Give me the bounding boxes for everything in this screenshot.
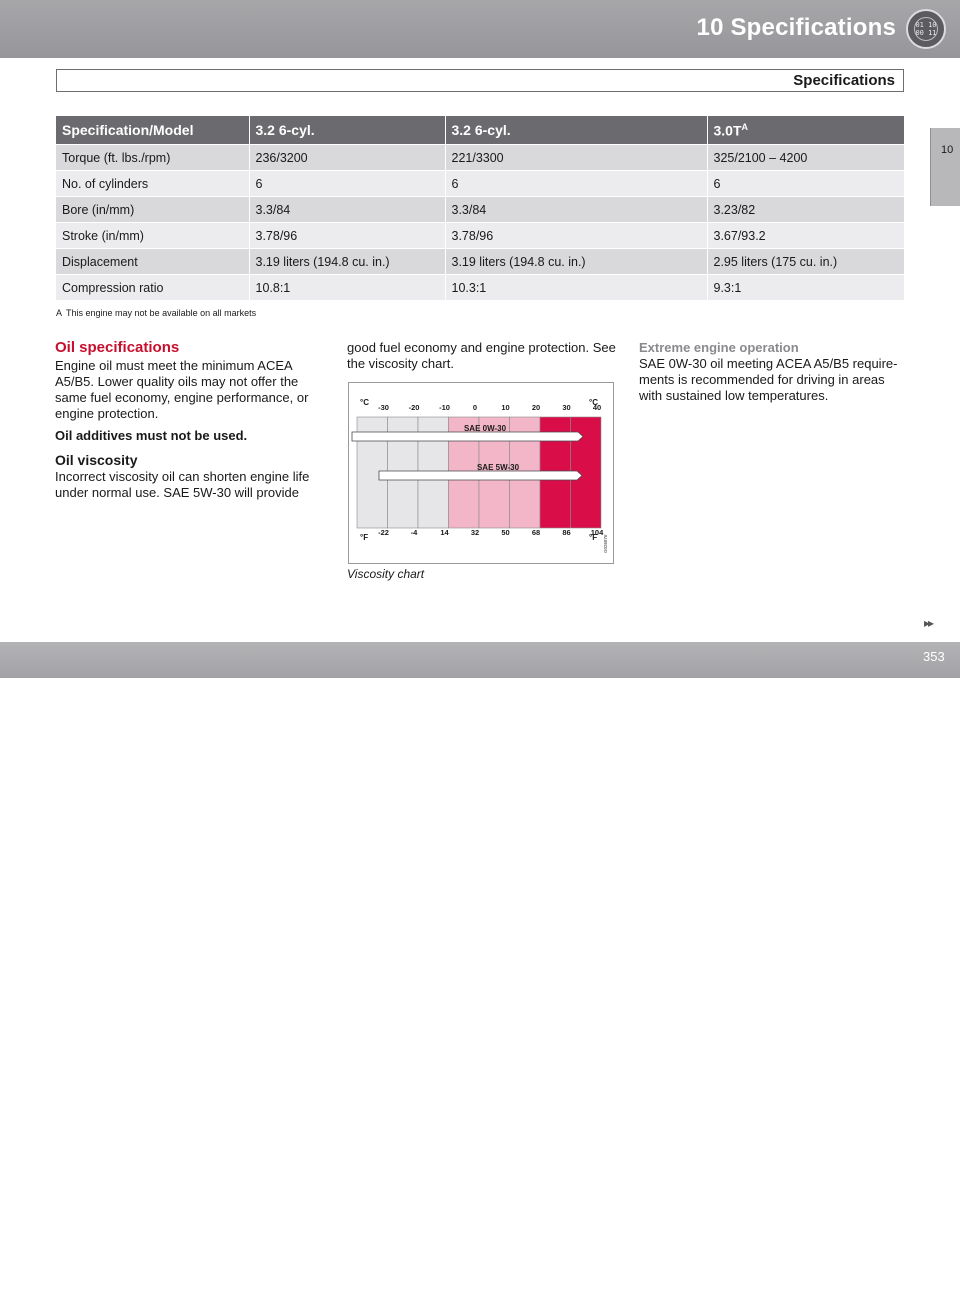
table-cell: Torque (ft. lbs./rpm) [56,144,250,171]
table-cell: 3.19 liters (194.8 cu. in.) [249,248,446,275]
continued-arrows-icon: ▸▸ [924,616,934,630]
celsius-tick-label: 40 [593,403,601,412]
table-footnote: A This engine may not be available on all… [56,308,256,318]
disc-digits: 01 10 00 11 [908,21,944,37]
table-row: Bore (in/mm) 3.3/84 3.3/84 3.23/82 [56,196,904,223]
celsius-tick-label: 10 [501,403,509,412]
fahrenheit-tick-label: 32 [471,528,479,537]
table-cell: 221/3300 [445,144,708,171]
footnote-reference: A [741,121,749,132]
oil-viscosity-continued: good fuel economy and engine protection.… [347,340,617,372]
header-cell-model-1: 3.2 6-cyl. [249,116,446,145]
table-cell: 10.8:1 [249,274,446,300]
table-cell: 3.3/84 [445,196,708,223]
oil-specifications-heading: Oil specifications [55,339,180,356]
viscosity-band-label: SAE 0W-30 [464,424,507,433]
table-cell: 3.67/93.2 [707,222,904,249]
celsius-tick-label: -20 [409,403,420,412]
oil-specifications-text: Engine oil must meet the minimum ACEA A5… [55,358,309,421]
table-cell: 3.19 liters (194.8 cu. in.) [445,248,708,275]
page-number: 353 [923,649,945,664]
extreme-operation-heading: Extreme engine operation [639,340,799,355]
table-cell: 6 [249,170,446,197]
table-cell: 325/2100 – 4200 [707,144,904,171]
fahrenheit-tick-label: 50 [501,528,509,537]
table-cell: Compression ratio [56,274,250,300]
table-cell: 6 [707,170,904,197]
table-row: Compression ratio 10.8:1 10.3:1 9.3:1 [56,274,904,300]
fahrenheit-tick-label: 14 [440,528,449,537]
fahrenheit-tick-label: 86 [562,528,570,537]
table-cell: 3.78/96 [445,222,708,249]
header-cell-model-2: 3.2 6-cyl. [445,116,708,145]
table-row: Displacement 3.19 liters (194.8 cu. in.)… [56,248,904,275]
chapter-title: 10 Specifications [696,14,896,41]
chapter-side-tab[interactable]: 10 [930,128,960,206]
table-row: Torque (ft. lbs./rpm) 236/3200 221/3300 … [56,144,904,171]
viscosity-chart-graphic: °C °C°F °F-30 -20 -10 0 10 20 30 40-22 -4 14 32 50 68 8… [351,398,608,553]
celsius-tick-label: 20 [532,403,540,412]
viscosity-band-arrow [351,431,584,442]
table-cell: 9.3:1 [707,274,904,300]
table-cell: No. of cylinders [56,170,250,197]
oil-viscosity-text: Incorrect viscosity oil can shorten engi… [55,469,310,500]
viscosity-chart: °C °C °F °F -30 -20 -10 0 10 20 30 40 -22 -4 14 32 50 68 8… [348,382,614,564]
specification-table: Specification/Model 3.2 6-cyl. 3.2 6-cyl… [56,116,904,300]
disc-digits-line-1: 01 10 [915,21,937,29]
oil-specifications-section: Oil specifications Engine oil must meet … [55,340,323,501]
viscosity-band-label: SAE 5W-30 [477,463,520,472]
table-cell: 3.23/82 [707,196,904,223]
viscosity-chart-caption: Viscosity chart [347,567,425,581]
header-cell-model-3: 3.0TA [707,116,904,145]
celsius-tick-label: -10 [439,403,450,412]
oil-additives-warning: Oil additives must not be used. [55,428,248,443]
footnote-text: This engine may not be available on all … [66,308,257,318]
fahrenheit-tick-label: 68 [532,528,540,537]
table-cell: Displacement [56,248,250,275]
side-tab-label: 10 [941,144,954,156]
table-header-row: Specification/Model 3.2 6-cyl. 3.2 6-cyl… [56,116,904,145]
table-row: No. of cylinders 6 6 6 [56,170,904,197]
fahrenheit-tick-label: -4 [411,528,418,537]
chapter-header: 10 Specifications 01 10 00 11 [0,0,960,58]
celsius-unit-left: °C [360,398,369,407]
section-title-bar: Specifications [56,69,904,92]
table-cell: 6 [445,170,708,197]
chapter-disc-icon: 01 10 00 11 [906,9,946,49]
fahrenheit-tick-label: -22 [378,528,389,537]
footnote-mark: A [56,308,63,318]
table-cell: 236/3200 [249,144,446,171]
viscosity-band-arrow [378,470,583,481]
page-footer: carmanualsonline.info [0,642,960,1312]
table-cell: 2.95 liters (175 cu. in.) [707,248,904,275]
table-cell: 3.78/96 [249,222,446,249]
oil-viscosity-continued-text: good fuel economy and engine protection.… [347,340,616,371]
oil-viscosity-heading: Oil viscosity [55,452,138,468]
header-cell-specification: Specification/Model [56,116,250,145]
extreme-operation-section: Extreme engine operation SAE 0W-30 oil m… [639,340,909,404]
celsius-tick-label: 0 [473,403,477,412]
celsius-tick-label: -30 [378,403,389,412]
table-cell: Bore (in/mm) [56,196,250,223]
section-title: Specifications [793,72,895,89]
table-cell: Stroke (in/mm) [56,222,250,249]
table-cell: 3.3/84 [249,196,446,223]
watermark: carmanualsonline.info [598,1290,821,1312]
disc-digits-line-2: 00 11 [915,29,937,37]
fahrenheit-unit-left: °F [360,533,368,542]
figure-code: G026876 [603,534,608,553]
extreme-operation-text: SAE 0W-30 oil meeting ACEA A5/B5 require… [639,356,898,403]
table-cell: 10.3:1 [445,274,708,300]
header-cell-model-3-label: 3.0T [713,122,742,139]
table-row: Stroke (in/mm) 3.78/96 3.78/96 3.67/93.2 [56,222,904,249]
celsius-tick-label: 30 [562,403,570,412]
